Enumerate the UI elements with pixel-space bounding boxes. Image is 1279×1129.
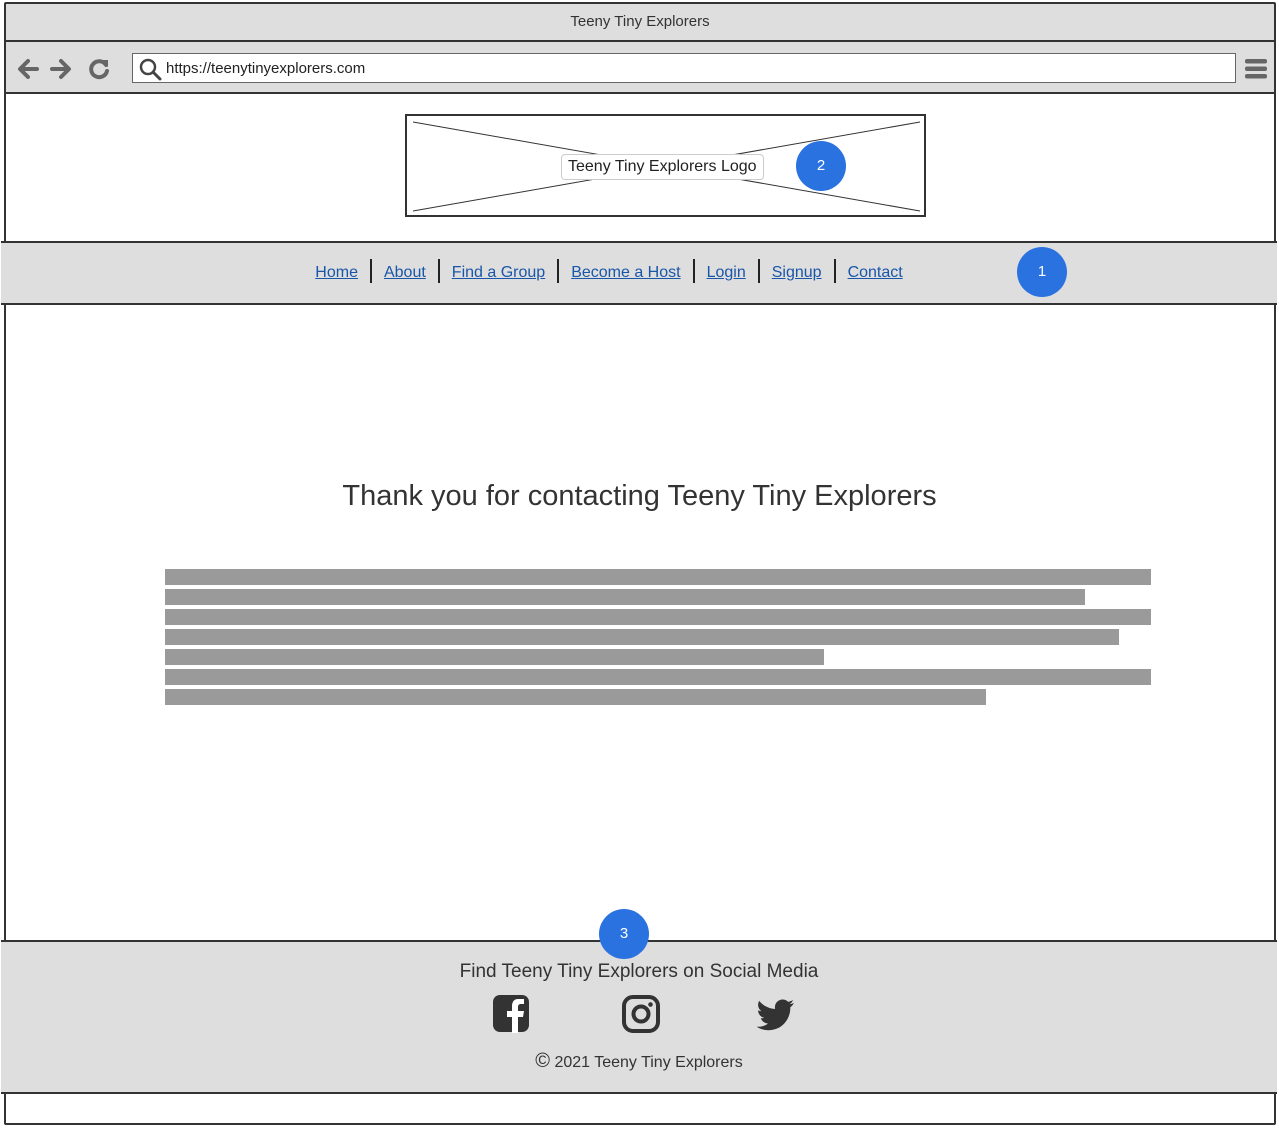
annotation-badge-3: 3: [599, 909, 649, 959]
page-heading: Thank you for contacting Teeny Tiny Expl…: [342, 480, 937, 512]
placeholder-text-line: [165, 649, 824, 665]
title-bar: Teeny Tiny Explorers: [6, 4, 1274, 42]
nav-link-home[interactable]: Home: [303, 264, 370, 281]
copyright-text: © 2021 Teeny Tiny Explorers: [1, 1050, 1277, 1073]
placeholder-text-line: [165, 609, 1151, 625]
annotation-badge-2: 2: [796, 141, 846, 191]
annotation-badge-1: 1: [1017, 247, 1067, 297]
arrow-right-icon[interactable]: [48, 56, 74, 82]
footer-title: Find Teeny Tiny Explorers on Social Medi…: [459, 961, 819, 982]
nav-link-become-a-host[interactable]: Become a Host: [559, 264, 692, 281]
arrow-left-icon[interactable]: [15, 56, 41, 82]
placeholder-text-line: [165, 629, 1120, 645]
window-title: Teeny Tiny Explorers: [570, 13, 710, 30]
facebook-icon[interactable]: [492, 994, 532, 1034]
hamburger-menu-icon[interactable]: [1244, 56, 1268, 82]
nav-link-login[interactable]: Login: [695, 264, 758, 281]
search-icon: [139, 58, 162, 81]
placeholder-text-block: [165, 569, 1151, 709]
logo-placeholder: Teeny Tiny Explorers Logo: [405, 114, 926, 217]
reload-icon[interactable]: [86, 56, 112, 82]
browser-toolbar: https://teenytinyexplorers.com: [6, 42, 1274, 94]
placeholder-text-line: [165, 569, 1151, 585]
twitter-icon[interactable]: [756, 994, 796, 1034]
url-text[interactable]: https://teenytinyexplorers.com: [166, 60, 365, 77]
copyright-label: 2021 Teeny Tiny Explorers: [554, 1054, 743, 1071]
site-footer: Find Teeny Tiny Explorers on Social Medi…: [1, 940, 1277, 1094]
logo-label: Teeny Tiny Explorers Logo: [561, 154, 764, 180]
nav-link-about[interactable]: About: [372, 264, 438, 281]
site-navigation: Home About Find a Group Become a Host Login S…: [1, 241, 1277, 305]
instagram-icon[interactable]: [621, 994, 661, 1034]
placeholder-text-line: [165, 669, 1151, 685]
nav-links: Home About Find a Group Become a Host Login S…: [1, 259, 1277, 283]
nav-link-find-a-group[interactable]: Find a Group: [440, 264, 557, 281]
placeholder-text-line: [165, 689, 987, 705]
placeholder-text-line: [165, 589, 1085, 605]
address-bar[interactable]: https://teenytinyexplorers.com: [132, 53, 1236, 83]
copyright-icon: ©: [535, 1050, 551, 1072]
nav-link-signup[interactable]: Signup: [760, 264, 834, 281]
nav-link-contact[interactable]: Contact: [836, 264, 915, 281]
